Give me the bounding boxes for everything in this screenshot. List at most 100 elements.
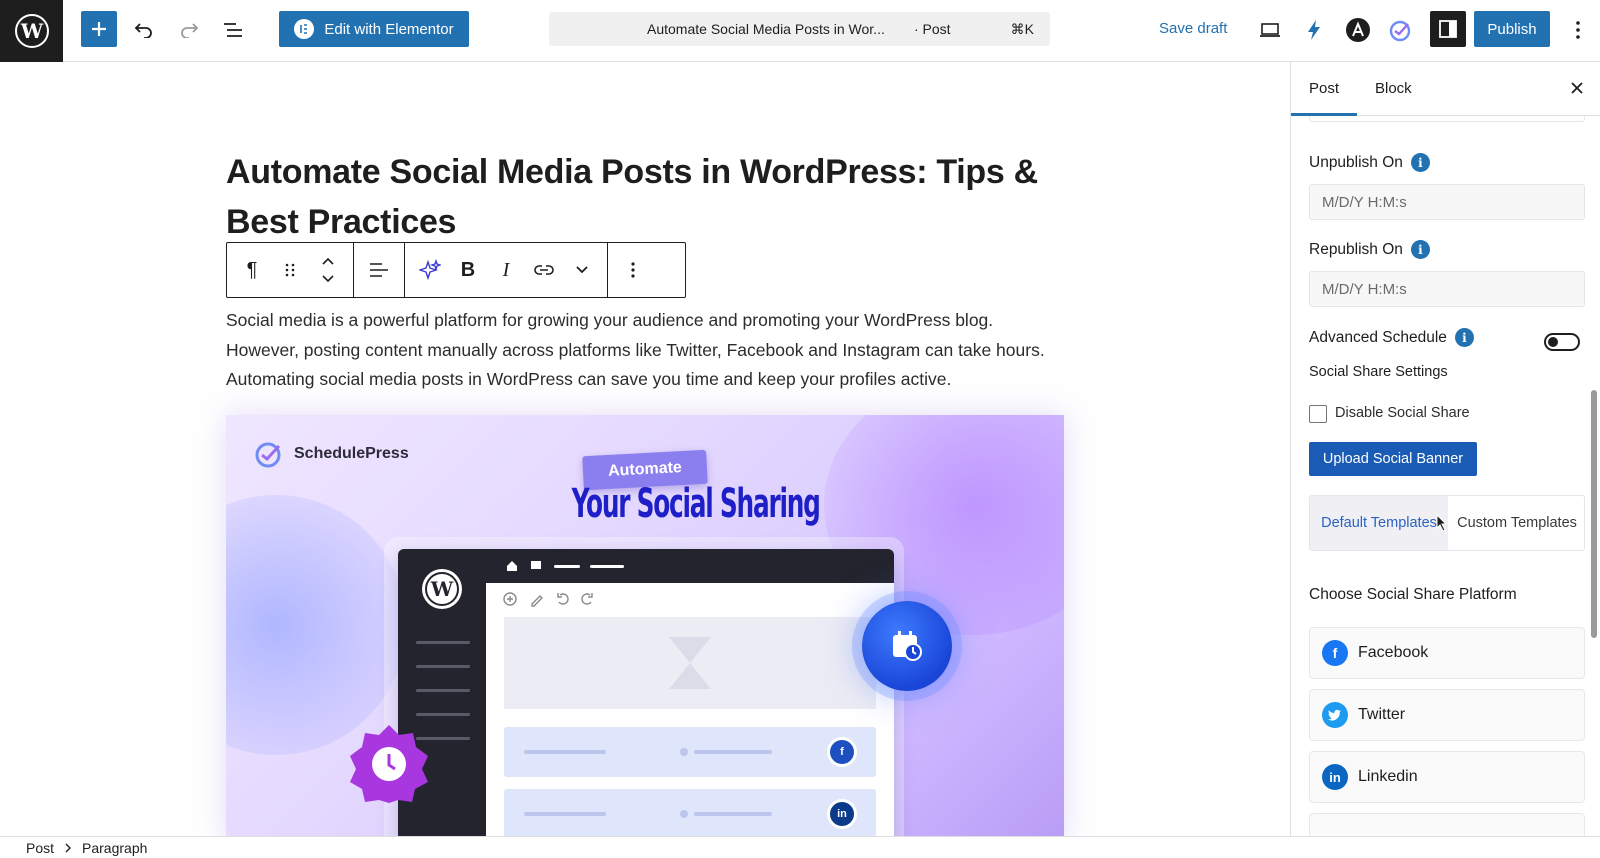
paragraph-block[interactable]: Social media is a powerful platform for … [226, 306, 1046, 395]
laptop-icon [1260, 23, 1280, 37]
platform-linkedin[interactable]: in Linkedin [1309, 751, 1585, 803]
unpublish-on-text: Unpublish On [1309, 153, 1403, 171]
edit-with-elementor-button[interactable]: Edit with Elementor [279, 11, 469, 47]
tab-post[interactable]: Post [1309, 80, 1339, 97]
wordpress-icon: W [422, 569, 462, 609]
chevron-down-icon[interactable] [565, 253, 599, 287]
undo-icon [134, 23, 152, 38]
tab-default-templates[interactable]: Default Templates [1310, 496, 1448, 550]
platform-label: Twitter [1358, 706, 1406, 723]
previous-field-edge [1309, 116, 1585, 122]
platform-label: Facebook [1358, 644, 1429, 661]
disable-social-share-checkbox[interactable] [1309, 405, 1327, 423]
twitter-icon [1322, 702, 1348, 728]
republish-on-input[interactable]: M/D/Y H:M:s [1309, 271, 1585, 307]
mockup-toolbar-icons [503, 592, 593, 607]
command-palette-bar[interactable]: Automate Social Media Posts in Wor... · … [549, 12, 1050, 46]
breadcrumb-paragraph[interactable]: Paragraph [82, 840, 147, 856]
comment-icon [531, 561, 541, 569]
link-icon[interactable] [527, 253, 561, 287]
calendar-clock-icon [893, 631, 922, 661]
options-button[interactable] [1566, 17, 1590, 43]
wordpress-icon: W [14, 14, 49, 48]
undo-button[interactable] [131, 17, 157, 43]
chevron-right-icon [65, 843, 72, 852]
featured-image-block[interactable]: SchedulePress Automate Your Social Shari… [226, 415, 1064, 836]
command-shortcut: ⌘K [1010, 20, 1034, 37]
close-sidebar-button[interactable] [1567, 78, 1587, 98]
paragraph-block-icon[interactable]: ¶ [235, 253, 269, 287]
editor-canvas: Automate Social Media Posts in WordPress… [0, 62, 1290, 836]
breadcrumb-post[interactable]: Post [26, 840, 54, 856]
elementor-icon [294, 19, 315, 39]
lightning-icon [1308, 20, 1320, 40]
linkedin-icon: in [830, 802, 854, 826]
block-toolbar-group-format: B I [405, 243, 608, 297]
block-toolbar-group-align [354, 243, 405, 297]
republish-on-label: Republish On i [1309, 240, 1430, 259]
facebook-icon: f [1322, 640, 1348, 666]
unpublish-on-input[interactable]: M/D/Y H:M:s [1309, 184, 1585, 220]
calendar-clock-badge [862, 601, 952, 691]
disable-social-share-label: Disable Social Share [1335, 405, 1470, 421]
sidebar-scrollbar[interactable] [1591, 390, 1597, 638]
wordpress-logo-button[interactable]: W [0, 0, 63, 62]
schedulepress-button[interactable] [1387, 16, 1415, 44]
svg-text:W: W [430, 577, 454, 601]
block-toolbar-group-options [608, 243, 658, 297]
document-overview-button[interactable] [220, 17, 246, 43]
platform-next-partial[interactable] [1309, 813, 1585, 836]
jetpack-boost-button[interactable] [1301, 16, 1327, 44]
sidebar-tabs: Post Block [1291, 62, 1600, 116]
clock-icon [350, 725, 428, 803]
document-type: · Post [914, 21, 951, 37]
image-headline: Your Social Sharing [571, 481, 821, 527]
mockup-card-linkedin: in [504, 789, 876, 836]
move-up-down-icon[interactable] [311, 253, 345, 287]
block-options-icon[interactable] [616, 253, 650, 287]
plus-icon [92, 22, 106, 36]
info-icon[interactable]: i [1454, 328, 1474, 347]
facebook-icon: f [830, 740, 854, 764]
italic-icon[interactable]: I [489, 253, 523, 287]
elementor-label: Edit with Elementor [324, 20, 454, 38]
schedulepress-icon [1389, 20, 1411, 42]
platform-facebook[interactable]: f Facebook [1309, 627, 1585, 679]
save-draft-button[interactable]: Save draft [1159, 20, 1227, 37]
schedulepress-brand-text: SchedulePress [294, 445, 409, 462]
info-icon[interactable]: i [1410, 240, 1430, 259]
schedulepress-logo-icon [255, 442, 281, 468]
astra-button[interactable] [1344, 16, 1372, 44]
decorative-blob [226, 495, 406, 755]
tab-block[interactable]: Block [1375, 80, 1412, 97]
document-title: Automate Social Media Posts in Wor... [647, 21, 885, 37]
preview-button[interactable] [1257, 17, 1283, 43]
more-vertical-icon [1576, 21, 1580, 39]
platform-label: Linkedin [1358, 768, 1418, 785]
republish-on-text: Republish On [1309, 240, 1403, 258]
upload-social-banner-button[interactable]: Upload Social Banner [1309, 442, 1477, 476]
advanced-schedule-toggle[interactable] [1544, 333, 1580, 351]
clock-badge [348, 723, 430, 805]
tab-custom-templates[interactable]: Custom Templates [1448, 496, 1586, 550]
hourglass-icon [669, 637, 711, 689]
align-text-icon[interactable] [362, 253, 396, 287]
redo-icon [181, 23, 199, 38]
mockup-card-facebook: f [504, 727, 876, 777]
settings-sidebar: Post Block Unpublish On i M/D/Y H:M:s Re… [1290, 62, 1600, 836]
block-breadcrumb: Post Paragraph [0, 836, 1600, 858]
add-block-button[interactable] [81, 11, 117, 47]
mockup-window: W f in [398, 549, 894, 836]
settings-sidebar-toggle[interactable] [1430, 11, 1466, 47]
bold-icon[interactable]: B [451, 253, 485, 287]
info-icon[interactable]: i [1410, 153, 1430, 172]
post-title[interactable]: Automate Social Media Posts in WordPress… [226, 147, 1066, 247]
ai-sparkle-icon[interactable] [413, 253, 447, 287]
redo-button[interactable] [176, 17, 202, 43]
schedulepress-logo: SchedulePress [254, 440, 409, 468]
choose-platform-heading: Choose Social Share Platform [1309, 586, 1517, 603]
drag-handle-icon[interactable] [273, 253, 307, 287]
platform-twitter[interactable]: Twitter [1309, 689, 1585, 741]
editor-top-bar: W Edit with Elementor Automate Social Me… [0, 0, 1600, 62]
publish-button[interactable]: Publish [1474, 11, 1550, 47]
